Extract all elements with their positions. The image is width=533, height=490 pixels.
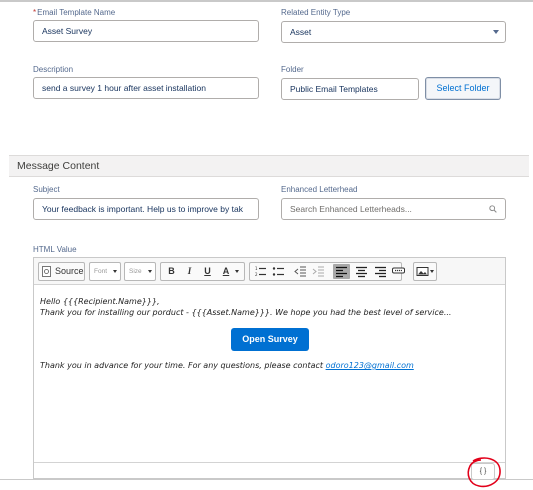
paragraph-group: 1 2: [249, 262, 402, 281]
link-group: [390, 262, 408, 281]
folder-input[interactable]: Public Email Templates: [281, 78, 419, 100]
source-button[interactable]: Source: [38, 262, 85, 281]
editor-line-thanks: Thank you for installing our porduct - {…: [40, 308, 452, 317]
align-left-icon[interactable]: [333, 264, 350, 279]
template-name-input[interactable]: Asset Survey: [33, 20, 259, 42]
source-icon: [42, 266, 51, 277]
chevron-down-icon: [430, 270, 434, 273]
size-select[interactable]: Size: [124, 262, 156, 281]
bulleted-list-icon[interactable]: [271, 264, 286, 279]
entity-type-label: Related Entity Type: [281, 8, 351, 17]
chevron-down-icon: [235, 270, 239, 273]
folder-label: Folder: [281, 65, 304, 74]
open-survey-button[interactable]: Open Survey: [231, 328, 309, 351]
outdent-icon[interactable]: [293, 264, 308, 279]
align-center-icon[interactable]: [353, 264, 370, 279]
email-link[interactable]: odoro123@gmail.com: [326, 361, 414, 370]
html-value-label: HTML Value: [33, 245, 77, 254]
font-select[interactable]: Font: [89, 262, 121, 281]
font-select-label: Font: [94, 268, 108, 275]
letterhead-placeholder: Search Enhanced Letterheads...: [290, 204, 412, 214]
bottom-divider: [0, 479, 533, 480]
numbered-list-icon[interactable]: 1 2: [253, 264, 268, 279]
chevron-down-icon: [493, 30, 499, 34]
description-input[interactable]: send a survey 1 hour after asset install…: [33, 77, 259, 99]
subject-label: Subject: [33, 185, 60, 194]
select-folder-button[interactable]: Select Folder: [425, 77, 501, 100]
editor-toolbar: Source Font Size B I U A 1 2: [34, 258, 505, 285]
align-right-icon[interactable]: [372, 264, 389, 279]
chevron-down-icon: [113, 270, 117, 273]
entity-type-value: Asset: [290, 27, 312, 37]
letterhead-search-input[interactable]: Search Enhanced Letterheads...: [281, 198, 506, 220]
search-icon: [489, 205, 497, 213]
subject-input[interactable]: Your feedback is important. Help us to i…: [33, 198, 259, 220]
required-mark: *: [33, 8, 37, 17]
editor-line-greeting: Hello {{{Recipient.Name}}},: [40, 297, 160, 306]
image-icon: [416, 267, 429, 276]
red-circle-annotation: [467, 457, 501, 488]
format-group: B I U A: [160, 262, 245, 281]
underline-button[interactable]: U: [199, 264, 216, 279]
text-color-button[interactable]: A: [218, 264, 234, 279]
source-label: Source: [55, 266, 84, 276]
editor-closing-line: Thank you in advance for your time. For …: [40, 360, 414, 371]
template-name-label: *Email Template Name: [33, 8, 115, 17]
link-icon[interactable]: [391, 263, 406, 278]
html-editor[interactable]: Source Font Size B I U A 1 2 Hello {{{Re…: [33, 257, 506, 479]
message-content-section-header[interactable]: Message Content: [9, 155, 529, 177]
chevron-down-icon: [148, 270, 152, 273]
top-divider: [0, 0, 533, 2]
bold-button[interactable]: B: [163, 264, 180, 279]
indent-icon[interactable]: [311, 264, 326, 279]
entity-type-select[interactable]: Asset: [281, 21, 506, 43]
svg-text:1: 1: [255, 266, 258, 271]
size-select-label: Size: [129, 268, 142, 275]
svg-text:2: 2: [255, 272, 258, 277]
template-name-label-text: Email Template Name: [37, 8, 116, 17]
editor-body[interactable]: Hello {{{Recipient.Name}}}, Thank you fo…: [40, 296, 451, 318]
letterhead-label: Enhanced Letterhead: [281, 185, 358, 194]
editor-footer-divider: [34, 462, 505, 463]
description-label: Description: [33, 65, 74, 74]
italic-button[interactable]: I: [181, 264, 198, 279]
image-button[interactable]: [413, 262, 437, 281]
editor-line-closing: Thank you in advance for your time. For …: [40, 361, 326, 370]
